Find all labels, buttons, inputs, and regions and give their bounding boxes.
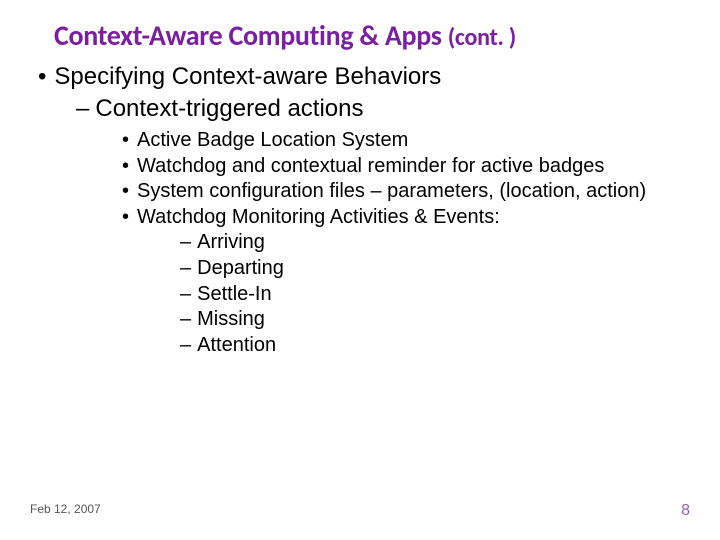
dash-icon: – <box>180 308 191 332</box>
bullet-text: Settle-In <box>197 283 271 307</box>
bullet-text: Active Badge Location System <box>137 129 408 153</box>
bullet-text: Context-triggered actions <box>95 95 363 123</box>
dash-icon: – <box>76 95 89 123</box>
dash-icon: – <box>180 257 191 281</box>
bullet-text: Watchdog and contextual reminder for act… <box>137 155 604 179</box>
bullet-text: Specifying Context-aware Behaviors <box>54 63 441 91</box>
bullet-dot-icon: • <box>122 180 129 204</box>
bullet-dot-icon: • <box>38 63 46 91</box>
bullet-text: Missing <box>197 308 265 332</box>
footer: Feb 12, 2007 8 <box>30 502 690 520</box>
bullet-level4: – Attention <box>180 334 690 358</box>
bullet-level3: • Watchdog and contextual reminder for a… <box>122 155 690 179</box>
footer-date: Feb 12, 2007 <box>30 502 101 520</box>
bullet-level1: • Specifying Context-aware Behaviors <box>38 63 690 91</box>
title-main: Context-Aware Computing & Apps <box>54 18 448 53</box>
bullet-dot-icon: • <box>122 206 129 230</box>
bullet-text: Arriving <box>197 231 265 255</box>
slide: Context-Aware Computing & Apps (cont. ) … <box>0 0 720 540</box>
bullet-level2: – Context-triggered actions <box>76 95 690 123</box>
bullet-level4: – Arriving <box>180 231 690 255</box>
bullet-dot-icon: • <box>122 129 129 153</box>
bullet-text: Departing <box>197 257 284 281</box>
bullet-level4: – Missing <box>180 308 690 332</box>
slide-title: Context-Aware Computing & Apps (cont. ) <box>54 18 690 53</box>
dash-icon: – <box>180 334 191 358</box>
dash-icon: – <box>180 283 191 307</box>
bullet-level3: • Watchdog Monitoring Activities & Event… <box>122 206 690 230</box>
dash-icon: – <box>180 231 191 255</box>
bullet-text: System configuration files – parameters,… <box>137 180 646 204</box>
title-cont: (cont. ) <box>448 23 516 52</box>
page-number: 8 <box>681 502 690 520</box>
bullet-text: Watchdog Monitoring Activities & Events: <box>137 206 500 230</box>
bullet-level3: • Active Badge Location System <box>122 129 690 153</box>
bullet-text: Attention <box>197 334 276 358</box>
bullet-level4: – Departing <box>180 257 690 281</box>
bullet-level4: – Settle-In <box>180 283 690 307</box>
bullet-level3: • System configuration files – parameter… <box>122 180 690 204</box>
bullet-dot-icon: • <box>122 155 129 179</box>
